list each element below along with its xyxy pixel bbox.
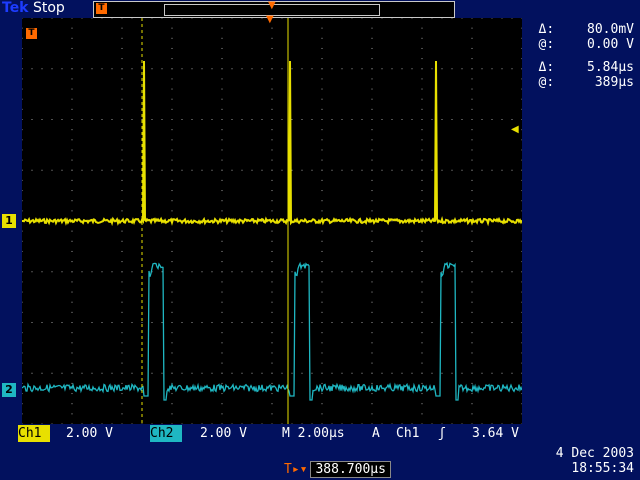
waveform-svg: [21, 17, 523, 425]
date: 4 Dec 2003: [555, 446, 634, 461]
trigger-slope-icon: ʃ: [438, 426, 446, 441]
at-t-value: 389µs: [594, 75, 634, 90]
ch1-scale[interactable]: 2.00 V: [66, 425, 113, 442]
timestamp: 4 Dec 2003 18:55:34: [556, 446, 634, 476]
trigger-mode: A: [372, 426, 380, 441]
trigger-marker-icon: T: [26, 28, 37, 39]
trigger-level-arrow-icon: ◀: [511, 124, 519, 135]
waveform-display: [21, 17, 523, 425]
trigger-time-marker-icon: ▼: [266, 14, 274, 25]
ch2-ground-marker[interactable]: 2: [2, 383, 16, 397]
trigger-position-value: 388.700µs: [310, 461, 391, 478]
delta-v-value: 80.0mV: [587, 22, 634, 37]
trigger-source[interactable]: Ch1: [396, 425, 419, 442]
ch2-waveform: [21, 261, 523, 401]
ch1-ground-marker[interactable]: 1: [2, 214, 16, 228]
at-v-label: @:: [538, 37, 555, 52]
trigger-position-icon: T: [96, 3, 107, 14]
ch2-scale[interactable]: 2.00 V: [200, 425, 247, 442]
delta-t-label: Δ:: [538, 60, 555, 75]
run-state: Stop: [32, 0, 65, 16]
record-view-bar[interactable]: T ▼: [93, 0, 455, 18]
trigger-pointer-icon: ▼: [268, 0, 276, 11]
delta-v-label: Δ:: [538, 22, 555, 37]
status-bar: Ch1 2.00 V Ch2 2.00 V M 2.00µs A Ch1 ʃ 3…: [18, 425, 524, 442]
at-t-label: @:: [538, 75, 555, 90]
ch1-waveform: [22, 60, 523, 227]
cursor-readout-voltage: Δ: 80.0mV @: 0.00 V: [539, 22, 634, 52]
ch1-label[interactable]: Ch1: [18, 425, 50, 442]
ch2-label[interactable]: Ch2: [150, 425, 182, 442]
trigger-position-icon-label: T▸▾: [284, 462, 308, 477]
trigger-position-readout[interactable]: T▸▾ 388.700µs: [284, 461, 391, 478]
delta-t-value: 5.84µs: [587, 60, 634, 75]
brand-header: Tek Stop: [2, 0, 65, 16]
trigger-level[interactable]: 3.64 V: [472, 425, 519, 442]
at-v-value: 0.00 V: [587, 37, 634, 52]
time: 18:55:34: [571, 461, 634, 476]
brand-logo: Tek: [2, 0, 29, 16]
timebase-readout[interactable]: M 2.00µs: [282, 425, 345, 442]
cursor-readout-time: Δ: 5.84µs @: 389µs: [539, 60, 634, 90]
